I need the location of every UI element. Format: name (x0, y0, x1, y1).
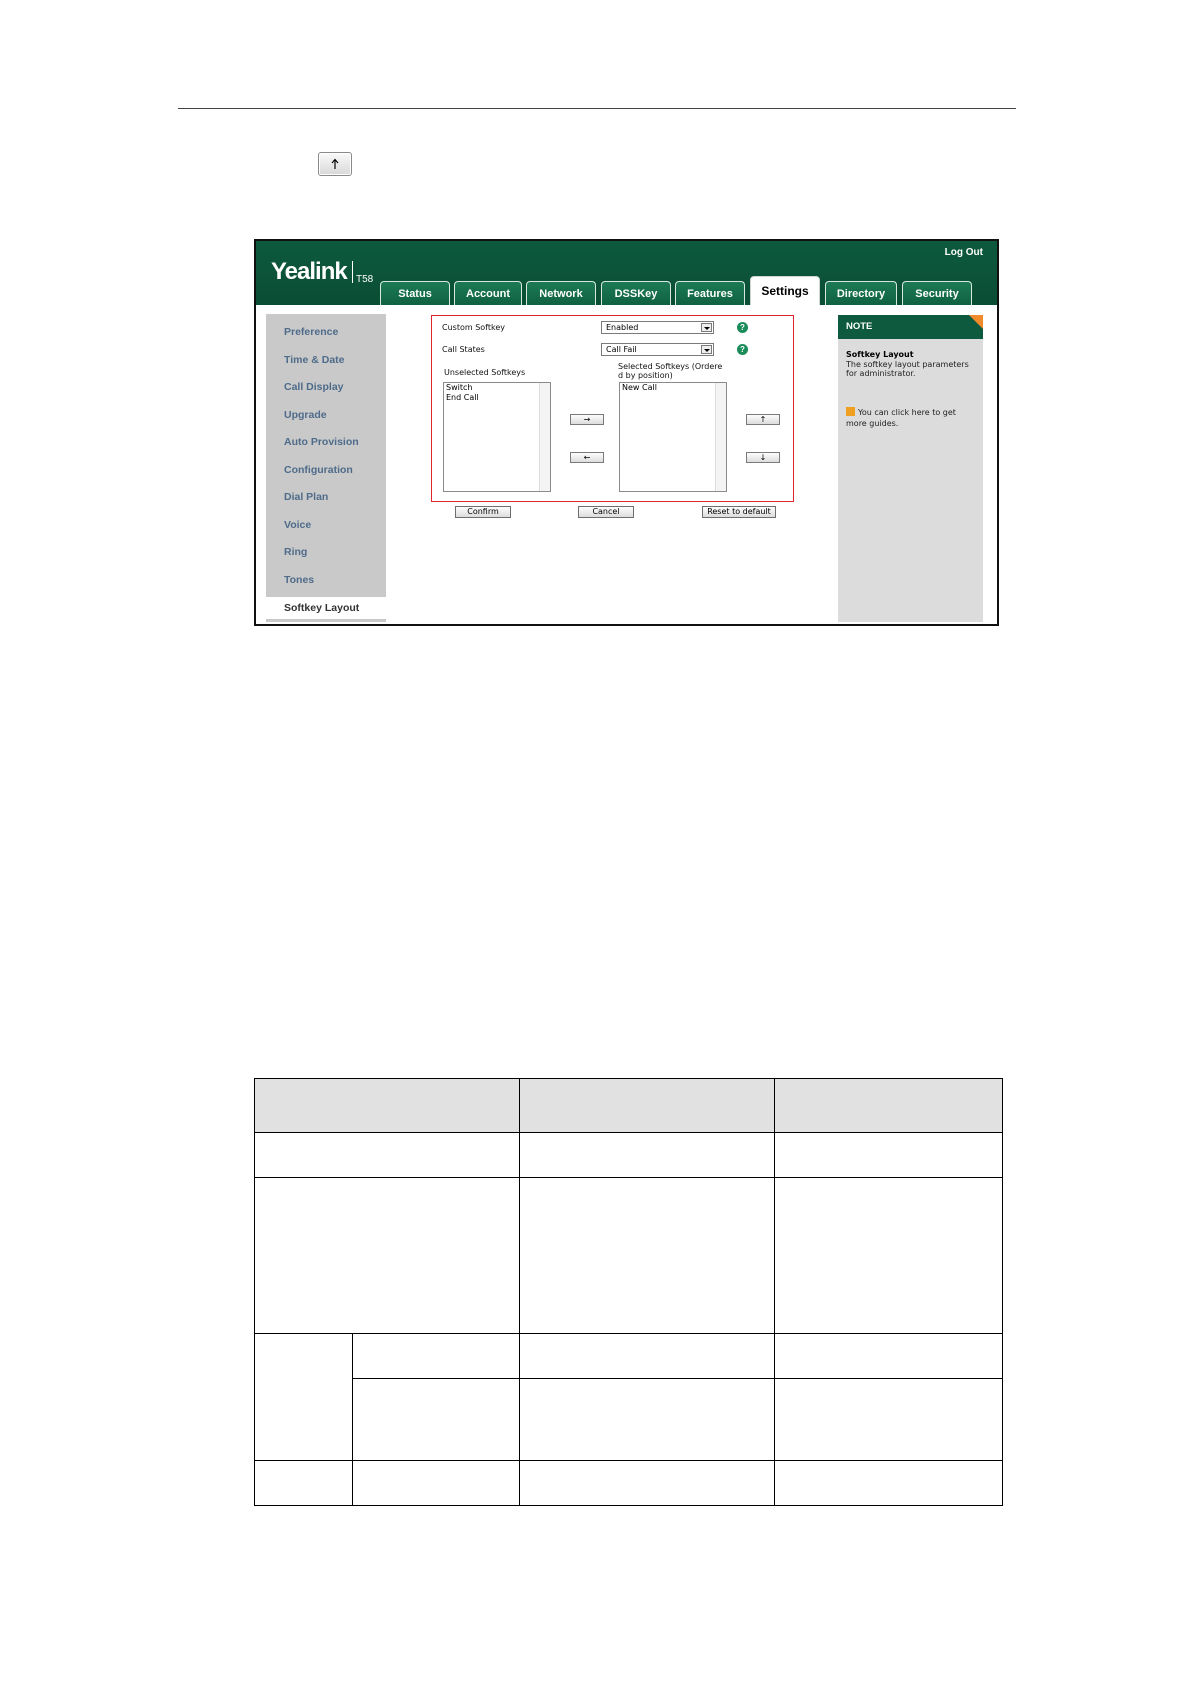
list-item[interactable]: New Call (620, 383, 726, 393)
table-cell (519, 1333, 775, 1379)
sidebar-item-upgrade[interactable]: Upgrade (284, 409, 327, 421)
sidebar-item-preference[interactable]: Preference (284, 326, 338, 338)
table-cell (352, 1378, 520, 1461)
table-header-row (254, 1078, 1003, 1133)
tab-security[interactable]: Security (902, 281, 972, 305)
table-row (255, 1378, 1003, 1461)
up-arrow-icon (331, 158, 339, 169)
custom-softkey-label: Custom Softkey (442, 323, 505, 332)
sidebar-item-softkey-layout[interactable]: Softkey Layout (266, 597, 388, 619)
selected-softkeys-list[interactable]: New Call (619, 382, 727, 492)
chevron-down-icon (701, 323, 712, 332)
confirm-button[interactable]: Confirm (455, 506, 511, 518)
table-cell (254, 1177, 520, 1334)
tab-dsskey[interactable]: DSSKey (601, 281, 671, 305)
call-states-value: Call Fail (606, 345, 637, 354)
table-row (254, 1177, 1003, 1334)
move-right-button[interactable]: → (570, 414, 604, 425)
note-title: Softkey Layout (846, 350, 914, 359)
cancel-button[interactable]: Cancel (578, 506, 634, 518)
scrollbar[interactable] (539, 383, 550, 491)
sidebar-item-tones[interactable]: Tones (284, 574, 314, 586)
tab-settings[interactable]: Settings (750, 276, 820, 305)
note-panel: NOTE Softkey Layout The softkey layout p… (838, 315, 983, 622)
custom-softkey-value: Enabled (606, 323, 639, 332)
tab-directory[interactable]: Directory (825, 281, 897, 305)
table-cell (774, 1333, 1003, 1379)
parameter-table (254, 1078, 1003, 1506)
selected-softkeys-label: Selected Softkeys (Ordere d by position) (618, 362, 722, 380)
info-icon (846, 407, 855, 416)
sidebar-item-time-date[interactable]: Time & Date (284, 354, 345, 366)
table-cell (254, 1460, 353, 1506)
move-up-button[interactable]: ↑ (746, 414, 780, 425)
table-cell (352, 1460, 520, 1506)
note-header: NOTE (838, 315, 983, 339)
web-ui-header: Yealink T58 Log Out Status Account Netwo… (256, 241, 997, 305)
up-arrow-button[interactable] (318, 152, 352, 176)
unselected-softkeys-label: Unselected Softkeys (444, 368, 526, 377)
list-item[interactable]: End Call (444, 393, 550, 403)
table-header-cell (254, 1078, 520, 1133)
custom-softkey-select[interactable]: Enabled (601, 321, 714, 334)
logout-link[interactable]: Log Out (945, 247, 983, 258)
selected-softkeys-label-line2: d by position) (618, 371, 673, 380)
sidebar-item-dial-plan[interactable]: Dial Plan (284, 491, 328, 503)
table-cell (519, 1378, 775, 1461)
table-cell (519, 1177, 775, 1334)
selected-softkeys-label-line1: Selected Softkeys (Ordere (618, 362, 723, 371)
table-cell (774, 1460, 1003, 1506)
scrollbar[interactable] (715, 383, 726, 491)
table-row (254, 1132, 1003, 1178)
table-cell (352, 1333, 520, 1379)
table-row (254, 1460, 1003, 1506)
tab-account[interactable]: Account (454, 281, 522, 305)
table-cell (519, 1460, 775, 1506)
sidebar-item-auto-provision[interactable]: Auto Provision (284, 436, 359, 448)
call-states-label: Call States (442, 345, 485, 354)
tab-status[interactable]: Status (380, 281, 450, 305)
table-cell (774, 1132, 1003, 1178)
move-left-button[interactable]: ← (570, 452, 604, 463)
brand-logo: Yealink (271, 258, 357, 286)
help-icon[interactable]: ? (737, 322, 748, 333)
table-cell (519, 1132, 775, 1178)
call-states-select[interactable]: Call Fail (601, 343, 714, 356)
table-header-cell (519, 1078, 775, 1133)
table-cell (254, 1333, 353, 1461)
table-row (254, 1333, 1003, 1461)
chevron-down-icon (701, 345, 712, 354)
move-down-button[interactable]: ↓ (746, 452, 780, 463)
tab-features[interactable]: Features (675, 281, 745, 305)
help-icon[interactable]: ? (737, 344, 748, 355)
list-item[interactable]: Switch (444, 383, 550, 393)
tab-network[interactable]: Network (526, 281, 596, 305)
guides-link[interactable]: You can click here to get more guides. (846, 407, 976, 429)
model-label: T58 (356, 274, 374, 285)
sidebar-item-call-display[interactable]: Call Display (284, 381, 344, 393)
corner-flag-icon (969, 315, 983, 329)
table-header-cell (774, 1078, 1003, 1133)
sidebar-item-configuration[interactable]: Configuration (284, 464, 353, 476)
settings-sidebar: Preference Time & Date Call Display Upgr… (266, 314, 388, 622)
table-cell (774, 1378, 1003, 1461)
guides-link-text[interactable]: You can click here to get more guides. (846, 408, 956, 428)
table-cell (254, 1132, 520, 1178)
table-cell (774, 1177, 1003, 1334)
reset-to-default-button[interactable]: Reset to default (702, 506, 776, 518)
sidebar-item-ring[interactable]: Ring (284, 546, 307, 558)
note-header-text: NOTE (846, 321, 873, 332)
unselected-softkeys-list[interactable]: Switch End Call (443, 382, 551, 492)
web-ui-screenshot: Yealink T58 Log Out Status Account Netwo… (254, 239, 999, 626)
note-text: The softkey layout parameters for admini… (846, 360, 969, 378)
header-rule (178, 108, 1016, 109)
sidebar-item-voice[interactable]: Voice (284, 519, 311, 531)
